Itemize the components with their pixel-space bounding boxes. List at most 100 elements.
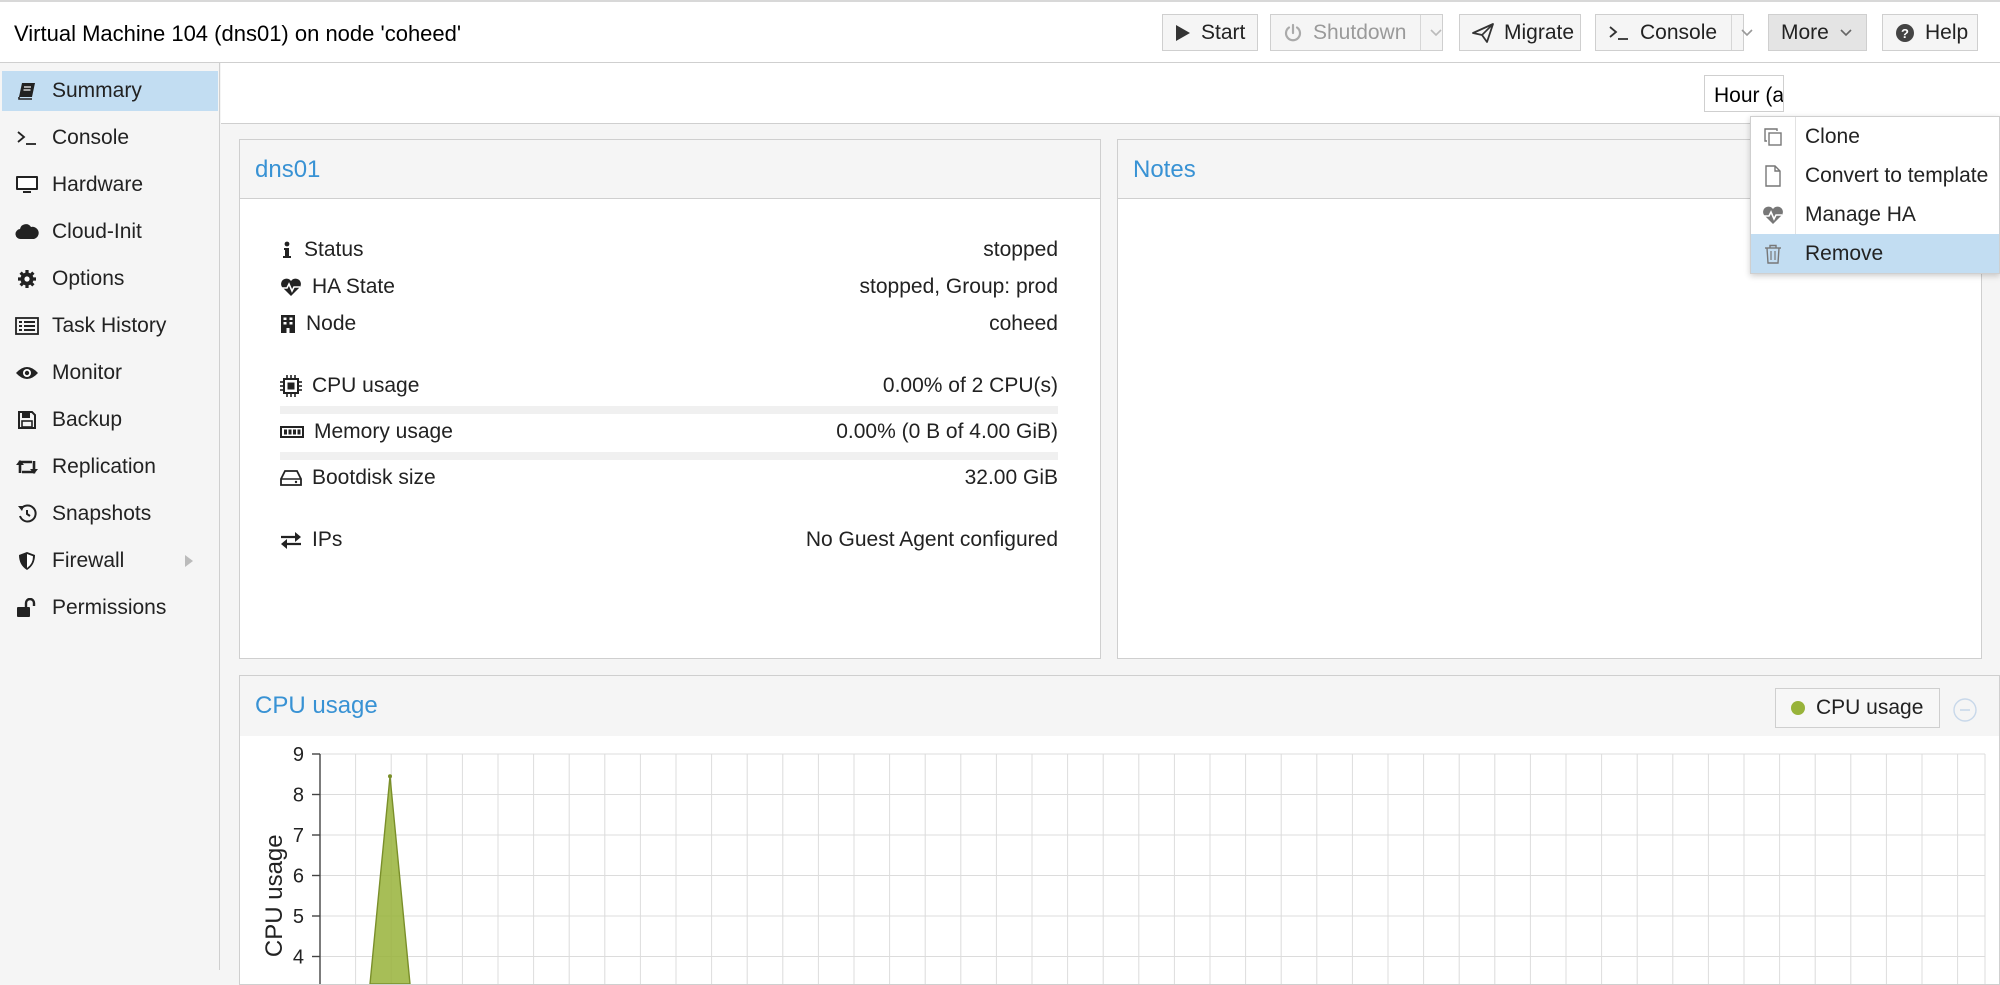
chevron-down-icon	[1839, 28, 1853, 38]
top-bar: Virtual Machine 104 (dns01) on node 'coh…	[0, 0, 2000, 63]
sidebar-item-label: Cloud-Init	[52, 220, 142, 243]
console-dropdown-arrow[interactable]	[1731, 15, 1754, 50]
content-toolbar: Hour (average)	[221, 63, 2000, 124]
cpu-legend-toggle[interactable]: CPU usage	[1775, 688, 1940, 728]
monitor-icon	[14, 175, 40, 195]
cpu-usage-label: CPU usage	[312, 374, 420, 397]
shutdown-dropdown-arrow[interactable]	[1420, 15, 1443, 50]
main-content: Hour (average) dns01 Status stopped HA S…	[221, 63, 2000, 985]
sidebar-item-options[interactable]: Options	[2, 259, 218, 299]
help-button[interactable]: ? Help	[1882, 14, 1978, 51]
sidebar-item-hardware[interactable]: Hardware	[2, 165, 218, 205]
y-tick-label: 8	[293, 785, 304, 807]
cpu-legend-label: CPU usage	[1816, 696, 1924, 719]
sidebar-item-label: Snapshots	[52, 502, 152, 525]
migrate-button[interactable]: Migrate	[1459, 14, 1581, 51]
sidebar-item-task-history[interactable]: Task History	[2, 306, 218, 346]
legend-dot-icon	[1790, 700, 1806, 716]
file-icon	[1751, 164, 1795, 187]
sidebar-item-summary[interactable]: Summary	[2, 71, 218, 111]
memory-usage-value: 0.00% (0 B of 4.00 GiB)	[836, 420, 1058, 443]
terminal-icon	[1608, 25, 1630, 41]
sidebar-item-label: Summary	[52, 79, 142, 102]
info-icon	[280, 240, 294, 260]
node-row: Node coheed	[280, 306, 1058, 342]
hdd-icon	[280, 469, 302, 487]
status-panel: dns01 Status stopped HA State stopped, G…	[239, 139, 1101, 659]
y-tick-label: 5	[293, 906, 304, 928]
sidebar-item-label: Firewall	[52, 549, 125, 572]
book-icon	[14, 81, 40, 101]
eye-icon	[14, 365, 40, 381]
sidebar-item-firewall[interactable]: Firewall	[2, 541, 218, 581]
cpu-chart-header: CPU usage CPU usage	[240, 676, 1999, 737]
shutdown-button[interactable]: Shutdown	[1270, 14, 1443, 51]
cpu-usage-value: 0.00% of 2 CPU(s)	[882, 374, 1058, 397]
ha-state-label: HA State	[312, 275, 395, 298]
ha-state-value: stopped, Group: prod	[859, 275, 1058, 298]
menu-item-convert-to-template[interactable]: Convert to template	[1751, 156, 1999, 195]
status-value: stopped	[983, 238, 1058, 261]
floppy-icon	[14, 410, 40, 430]
terminal-icon	[14, 130, 40, 146]
migrate-button-label: Migrate	[1504, 20, 1575, 44]
menu-item-label: Manage HA	[1805, 202, 1916, 226]
history-icon	[14, 504, 40, 524]
unlock-icon	[14, 598, 40, 618]
heartbeat-icon	[1751, 205, 1795, 225]
sidebar-item-snapshots[interactable]: Snapshots	[2, 494, 218, 534]
status-label: Status	[304, 238, 364, 261]
ips-row: IPs No Guest Agent configured	[280, 522, 1058, 558]
menu-item-remove[interactable]: Remove	[1751, 234, 1999, 273]
shutdown-button-label: Shutdown	[1313, 20, 1407, 44]
bootdisk-label: Bootdisk size	[312, 466, 436, 489]
sidebar-item-replication[interactable]: Replication	[2, 447, 218, 487]
node-value: coheed	[989, 312, 1058, 335]
sidebar-item-label: Monitor	[52, 361, 123, 384]
more-button-label: More	[1781, 20, 1829, 44]
y-tick-label: 6	[293, 866, 304, 888]
menu-item-label: Convert to template	[1805, 163, 1989, 187]
timeframe-select[interactable]: Hour (average)	[1704, 75, 1784, 112]
clone-icon	[1751, 127, 1795, 147]
status-row: Status stopped	[280, 232, 1058, 268]
menu-item-clone[interactable]: Clone	[1751, 117, 1999, 156]
expand-arrow-icon[interactable]	[184, 554, 194, 568]
svg-text:?: ?	[1901, 26, 1909, 41]
exchange-icon	[280, 531, 302, 549]
cloud-icon	[14, 223, 40, 241]
sidebar-item-backup[interactable]: Backup	[2, 400, 218, 440]
memory-icon	[280, 424, 304, 440]
notes-panel-title: Notes	[1133, 156, 1196, 183]
menu-item-manage-ha[interactable]: Manage HA	[1751, 195, 1999, 234]
status-panel-header: dns01	[240, 140, 1100, 199]
sidebar: Summary Console Hardware Cloud-Init Opti…	[0, 63, 220, 970]
bootdisk-value: 32.00 GiB	[964, 466, 1058, 489]
sidebar-item-label: Hardware	[52, 173, 144, 196]
cpu-chip-icon	[280, 375, 302, 397]
sidebar-item-console[interactable]: Console	[2, 118, 218, 158]
more-button[interactable]: More	[1768, 14, 1867, 51]
sidebar-item-cloud-init[interactable]: Cloud-Init	[2, 212, 218, 252]
retweet-icon	[14, 458, 40, 476]
start-button[interactable]: Start	[1162, 14, 1258, 51]
sidebar-item-monitor[interactable]: Monitor	[2, 353, 218, 393]
ips-label: IPs	[312, 528, 343, 551]
y-tick-label: 9	[293, 744, 304, 766]
cpu-usage-peak-point	[388, 774, 392, 779]
sidebar-item-label: Permissions	[52, 596, 167, 619]
sidebar-item-label: Backup	[52, 408, 123, 431]
help-button-label: Help	[1925, 20, 1969, 44]
cpu-chart: 4 5 6 7 8 9 CPU usage	[240, 736, 1999, 984]
list-icon	[14, 317, 40, 335]
sidebar-item-permissions[interactable]: Permissions	[2, 588, 218, 628]
shield-icon	[14, 551, 40, 571]
console-button[interactable]: Console	[1595, 14, 1753, 51]
trash-icon	[1751, 244, 1795, 264]
collapse-icon[interactable]	[1953, 698, 1977, 722]
gear-icon	[14, 269, 40, 289]
play-icon	[1175, 24, 1191, 42]
status-panel-title: dns01	[255, 156, 321, 183]
power-icon	[1283, 23, 1303, 43]
vm-title: Virtual Machine 104 (dns01) on node 'coh…	[14, 21, 462, 46]
